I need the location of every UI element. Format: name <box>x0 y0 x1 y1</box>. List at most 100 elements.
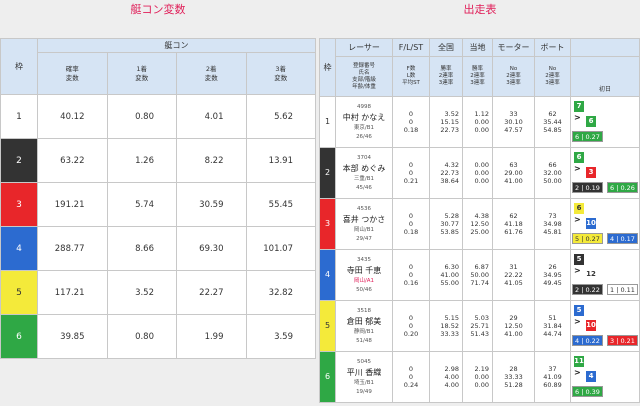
day1-cell: 5 > 10 4 | 0.22 3 | 0.21 <box>570 300 640 352</box>
boatcon-value: 40.12 <box>37 94 108 139</box>
stat-value: 34.98 <box>543 220 562 228</box>
st-bar: 5 | 0.27 <box>572 232 603 244</box>
stat-value: 3.52 <box>444 110 459 118</box>
stat-value: 6.87 <box>474 263 489 271</box>
boatcon-value: 5.74 <box>106 182 177 227</box>
st-bar: 2 | 0.19 <box>572 181 603 193</box>
boat-cell: 51 31.84 44.74 <box>534 300 571 352</box>
boatcon-value: 4.01 <box>176 94 247 139</box>
arrow-icon: > <box>574 265 581 275</box>
stat-value: 41.00 <box>504 330 523 338</box>
l-count: 0 <box>408 169 414 177</box>
stat-value: 22.73 <box>440 169 459 177</box>
boatcon-value: 288.77 <box>37 226 108 271</box>
racer-id: 3435 <box>357 256 371 263</box>
boatcon-value: 22.27 <box>176 270 247 315</box>
racer-branch: 東京/B1 <box>353 124 375 131</box>
motor-cell: 29 12.50 41.00 <box>492 300 535 352</box>
stat-value: 2.98 <box>444 365 459 373</box>
page: 艇コン変数 出走表 枠 艇コン 確率 変数 1着 変数 2着 変数 3着 変数 1 40.12… <box>0 0 640 406</box>
stat-value: 63 <box>509 161 518 169</box>
stat-value: 5.15 <box>444 314 459 322</box>
racer-age: 45/46 <box>356 184 372 191</box>
waku-cell: 3 <box>0 182 38 227</box>
stat-value: 4.00 <box>444 381 459 389</box>
st-bar: 2 | 0.22 <box>572 283 603 295</box>
racer-name[interactable]: 喜井 つかさ <box>343 215 386 224</box>
waku-header: 枠 <box>0 38 38 95</box>
racer-name[interactable]: 寺田 千恵 <box>347 266 382 275</box>
arrow-icon: > <box>574 367 581 377</box>
boat-cell: 26 34.95 49.45 <box>534 249 571 301</box>
stat-value: 4.32 <box>444 161 459 169</box>
stat-value: 25.71 <box>470 322 489 330</box>
stat-value: 30.77 <box>440 220 459 228</box>
day1-cell: 6 > 10 5 | 0.27 4 | 0.17 <box>570 198 640 250</box>
boatcon-value: 5.62 <box>245 94 316 139</box>
local-cell: 5.03 25.71 51.43 <box>462 300 493 352</box>
flst-cell: 0 0 0.21 <box>392 147 430 199</box>
entry-sub-header: No 2連率 3連率 <box>492 56 535 97</box>
entry-col-header: 当地 <box>462 38 493 57</box>
entry-col-header: 全国 <box>429 38 463 57</box>
stat-value: 0.00 <box>474 169 489 177</box>
boatcon-col-header: 確率 変数 <box>37 52 108 95</box>
st-bar: 4 | 0.22 <box>572 334 603 346</box>
waku-header: 枠 <box>319 38 336 97</box>
racer-branch: 岡山/A1 <box>353 277 375 284</box>
racer-cell: 4536 喜井 つかさ 岡山/B1 29/47 <box>335 198 393 250</box>
stat-value: 5.28 <box>444 212 459 220</box>
boatcon-value: 55.45 <box>245 182 316 227</box>
motor-cell: 62 41.18 61.76 <box>492 198 535 250</box>
entry-col-header: モーター <box>492 38 535 57</box>
stat-value: 25.00 <box>470 228 489 236</box>
local-cell: 2.19 0.00 0.00 <box>462 351 493 403</box>
f-count: 0 <box>408 365 414 373</box>
stat-value: 31.84 <box>543 322 562 330</box>
stat-value: 5.03 <box>474 314 489 322</box>
section-title-entry: 出走表 <box>463 3 497 16</box>
stat-value: 12.50 <box>470 220 489 228</box>
day1-cell: 6 > 3 2 | 0.19 6 | 0.26 <box>570 147 640 199</box>
stat-value: 54.85 <box>543 126 562 134</box>
table-row: 4 3435 寺田 千恵 岡山/A1 50/46 0 0 0.16 6.30 41… <box>319 249 640 301</box>
racer-name[interactable]: 本部 めぐみ <box>343 164 386 173</box>
racer-age: 51/48 <box>356 337 372 344</box>
boatcon-col-header: 2着 変数 <box>176 52 247 95</box>
boatcon-value: 63.22 <box>37 138 108 183</box>
stat-value: 51 <box>548 314 557 322</box>
racer-cell: 3518 倉田 郁美 静岡/B1 51/48 <box>335 300 393 352</box>
boatcon-value: 101.07 <box>245 226 316 271</box>
f-count: 0 <box>408 110 414 118</box>
avg-st: 0.18 <box>403 126 419 134</box>
racer-name[interactable]: 平川 香織 <box>347 368 382 377</box>
stat-value: 53.85 <box>440 228 459 236</box>
day-header-blank <box>570 38 640 57</box>
stat-value: 41.05 <box>504 279 523 287</box>
boatcon-value: 13.91 <box>245 138 316 183</box>
entry-col-header: F/L/ST <box>392 38 430 57</box>
motor-cell: 63 29.00 41.00 <box>492 147 535 199</box>
stat-value: 66 <box>548 161 557 169</box>
race-course-chip: 5 <box>574 304 584 316</box>
local-cell: 4.38 12.50 25.00 <box>462 198 493 250</box>
table-row: 4 288.77 8.66 69.30 101.07 <box>0 226 316 271</box>
table-row: 5 3518 倉田 郁美 静岡/B1 51/48 0 0 0.20 5.15 18… <box>319 300 640 352</box>
table-row: 3 4536 喜井 つかさ 岡山/B1 29/47 0 0 0.18 5.28 3… <box>319 198 640 250</box>
racer-name[interactable]: 倉田 郁美 <box>347 317 382 326</box>
day1-cell: 5 > 12 2 | 0.22 1 | 0.11 <box>570 249 640 301</box>
table-row: 5 117.21 3.52 22.27 32.82 <box>0 270 316 315</box>
racer-name[interactable]: 中村 かなえ <box>343 113 386 122</box>
stat-value: 29.00 <box>504 169 523 177</box>
racer-cell: 3435 寺田 千恵 岡山/A1 50/46 <box>335 249 393 301</box>
entry-sub-header: 勝率 2連率 3連率 <box>429 56 463 97</box>
f-count: 0 <box>408 161 414 169</box>
racer-id: 3704 <box>357 154 371 161</box>
national-cell: 5.28 30.77 53.85 <box>429 198 463 250</box>
stat-value: 0.00 <box>474 381 489 389</box>
boat-cell: 66 32.00 50.00 <box>534 147 571 199</box>
national-cell: 4.32 22.73 38.64 <box>429 147 463 199</box>
stat-value: 33.33 <box>440 330 459 338</box>
racer-branch: 静岡/B1 <box>353 328 375 335</box>
f-count: 0 <box>408 212 414 220</box>
